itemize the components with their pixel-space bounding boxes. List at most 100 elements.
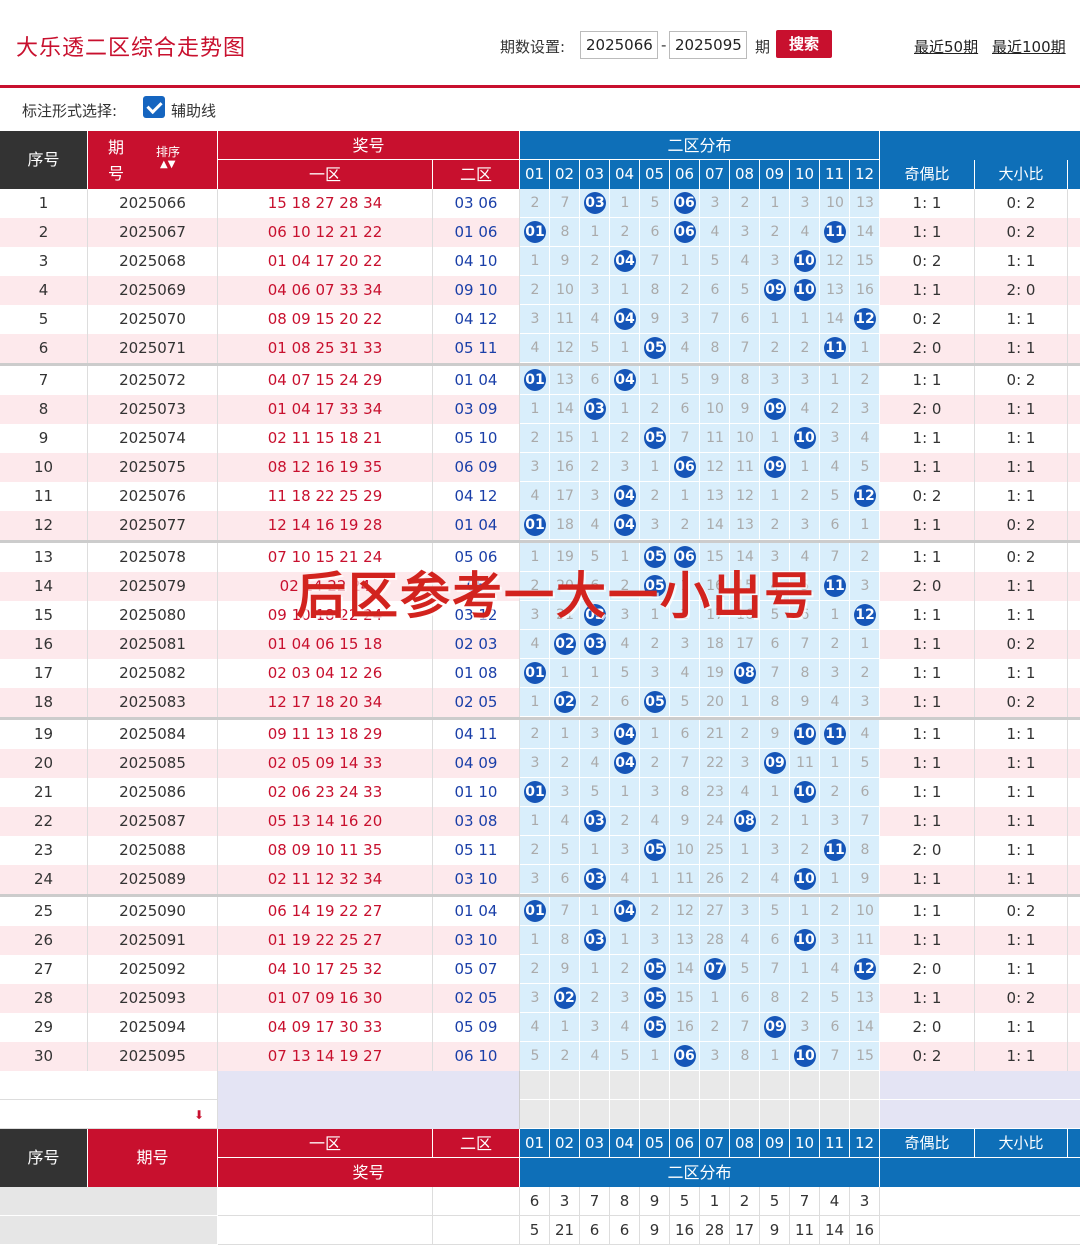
row-back-numbers: 02 05 (433, 688, 520, 717)
miss-count: 1 (620, 282, 630, 298)
row-period: 2025082 (88, 659, 218, 688)
row-period: 2025070 (88, 305, 218, 334)
page-header: 大乐透二区综合走势图 期数设置: - 期 搜索 最近50期 最近100期 (0, 0, 1080, 88)
arrow-down-icon[interactable]: ⬇ (194, 1108, 204, 1122)
row-front-numbers: 12 17 18 20 34 (218, 688, 433, 717)
miss-count: 1 (650, 726, 660, 742)
row-odd-even: 0: 2 (880, 247, 975, 276)
miss-count: 4 (560, 813, 570, 829)
miss-count: 8 (560, 224, 570, 240)
row-period: 2025081 (88, 630, 218, 659)
miss-count: 14 (706, 517, 724, 533)
predict-row-1-dist-cell[interactable] (820, 1071, 850, 1100)
predict-row-1-dist-cell[interactable] (760, 1071, 790, 1100)
row-seq: 26 (0, 926, 88, 955)
miss-count: 3 (800, 372, 810, 388)
predict-row-1-dist-cell[interactable] (550, 1071, 580, 1100)
hit-ball: 06 (674, 221, 696, 243)
row-period: 2025089 (88, 865, 218, 894)
row-seq: 21 (0, 778, 88, 807)
predict-row-1-dist-cell[interactable] (730, 1071, 760, 1100)
recent-50-link[interactable]: 最近50期 (914, 36, 978, 57)
miss-count: 5 (560, 842, 570, 858)
miss-count: 8 (560, 932, 570, 948)
miss-count: 3 (710, 195, 720, 211)
footer-zone1: 一区 (218, 1129, 433, 1158)
row-back-numbers: 03 10 (433, 926, 520, 955)
predict-row-2-dist-cell[interactable] (640, 1100, 670, 1129)
predict-row-2-dist-cell[interactable] (580, 1100, 610, 1129)
footer-num-09: 09 (760, 1129, 790, 1158)
row-filler (1068, 482, 1080, 511)
hit-ball: 11 (824, 221, 846, 243)
miss-count: 1 (530, 813, 540, 829)
hit-ball: 03 (584, 929, 606, 951)
row-filler (1068, 955, 1080, 984)
miss-count: 13 (826, 282, 844, 298)
miss-count: 3 (740, 224, 750, 240)
row-odd-even: 1: 1 (880, 926, 975, 955)
predict-row-1-dist-cell[interactable] (610, 1071, 640, 1100)
predict-row-1-award[interactable] (218, 1071, 520, 1100)
predict-row-1-dist-cell[interactable] (520, 1071, 550, 1100)
predict-row-1-ratio[interactable] (880, 1071, 1080, 1100)
period-to-input[interactable] (669, 31, 747, 59)
predict-row-2-dist-cell[interactable] (700, 1100, 730, 1129)
predict-row-2-dist-cell[interactable] (670, 1100, 700, 1129)
miss-count: 2 (740, 726, 750, 742)
row-back-numbers: 04 11 (433, 720, 520, 749)
predict-row-2-dist-cell[interactable] (550, 1100, 580, 1129)
miss-count: 3 (860, 401, 870, 417)
row-filler (1068, 1042, 1080, 1071)
miss-count: 19 (706, 665, 724, 681)
miss-count: 4 (740, 253, 750, 269)
miss-count: 15 (856, 1048, 874, 1064)
hit-ball: 01 (524, 900, 546, 922)
row-front-numbers: 02 03 04 12 26 (218, 659, 433, 688)
row-filler (1068, 720, 1080, 749)
miss-count: 5 (590, 340, 600, 356)
period-from-input[interactable] (580, 31, 658, 59)
row-back-numbers: 01 04 (433, 897, 520, 926)
predict-row-2-ratio[interactable] (880, 1100, 1080, 1129)
predict-row-1-dist-cell[interactable] (700, 1071, 730, 1100)
hit-ball: 10 (794, 427, 816, 449)
header-num-09: 09 (760, 160, 790, 189)
predict-row-1-dist-cell[interactable] (670, 1071, 700, 1100)
predict-row-2-dist-cell[interactable] (520, 1100, 550, 1129)
predict-row-2-award[interactable] (218, 1100, 520, 1129)
predict-row-2-dist-cell[interactable] (610, 1100, 640, 1129)
predict-row-2-dist-cell[interactable] (730, 1100, 760, 1129)
row-seq: 29 (0, 1013, 88, 1042)
row-seq: 16 (0, 630, 88, 659)
predict-row-2-dist-cell[interactable] (790, 1100, 820, 1129)
row-seq: 3 (0, 247, 88, 276)
predict-row-1-dist-cell[interactable] (640, 1071, 670, 1100)
predict-row-2-dist-cell[interactable] (760, 1100, 790, 1129)
recent-100-link[interactable]: 最近100期 (992, 36, 1066, 57)
stat-blank (880, 1187, 1080, 1216)
miss-count: 5 (860, 755, 870, 771)
miss-count: 3 (860, 578, 870, 594)
row-odd-even: 0: 2 (880, 482, 975, 511)
predict-row-2-dist-cell[interactable] (820, 1100, 850, 1129)
predict-row-2-dist-cell[interactable] (850, 1100, 880, 1129)
sort-toggle[interactable]: 排序 (156, 145, 180, 159)
aux-line-checkbox[interactable] (143, 96, 165, 118)
hit-ball: 12 (854, 958, 876, 980)
predict-row-1-dist-cell[interactable] (790, 1071, 820, 1100)
search-button[interactable]: 搜索 (776, 30, 832, 58)
header-num-05: 05 (640, 160, 670, 189)
footer-num-04: 04 (610, 1129, 640, 1158)
miss-count: 3 (710, 1048, 720, 1064)
row-front-numbers: 09 11 13 18 29 (218, 720, 433, 749)
row-filler (1068, 424, 1080, 453)
row-seq: 5 (0, 305, 88, 334)
predict-row-1-dist-cell[interactable] (850, 1071, 880, 1100)
hit-ball: 04 (614, 723, 636, 745)
predict-row-1-dist-cell[interactable] (580, 1071, 610, 1100)
sort-arrows-icon[interactable]: ▲▼ (160, 160, 175, 170)
row-front-numbers: 01 07 09 16 30 (218, 984, 433, 1013)
header-period[interactable]: 期 号 排序 ▲▼ (88, 131, 218, 189)
miss-count: 4 (590, 1048, 600, 1064)
